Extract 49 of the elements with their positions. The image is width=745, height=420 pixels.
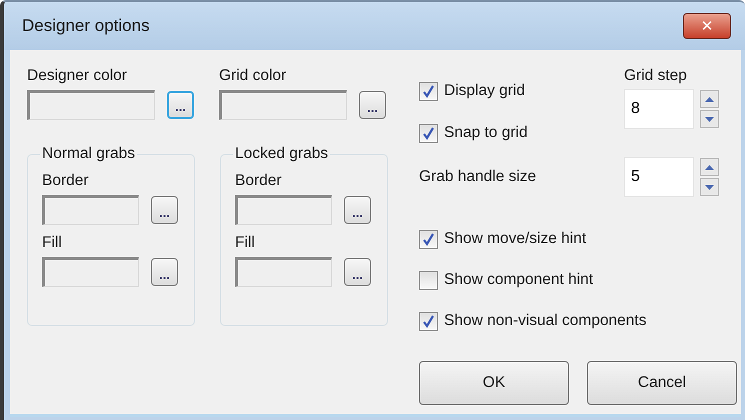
number-field[interactable]: 8 [624, 89, 694, 129]
down-arrow-icon [705, 184, 714, 190]
field-label: Grab handle size [419, 167, 536, 187]
checkmark-icon [422, 232, 435, 246]
checkmark-icon [422, 126, 435, 140]
checkbox[interactable]: Display grid [419, 79, 528, 103]
color-field[interactable] [219, 90, 347, 120]
checkbox-box[interactable] [419, 124, 438, 142]
dialog-button[interactable]: OK [419, 361, 569, 405]
dialog-button[interactable]: Cancel [587, 361, 737, 405]
spin-up-button[interactable] [700, 90, 719, 108]
field-label: Border [42, 171, 90, 191]
spin-up-button[interactable] [700, 158, 719, 176]
checkbox[interactable]: Show move/size hint [419, 227, 739, 251]
up-arrow-icon [705, 164, 714, 170]
color-field[interactable] [27, 90, 155, 120]
browse-button[interactable]: ... [151, 196, 178, 224]
group-title: Locked grabs [233, 144, 330, 164]
checkbox[interactable]: Show non-visual components [419, 309, 739, 333]
spin-down-button[interactable] [700, 110, 719, 128]
number-field[interactable]: 5 [624, 157, 694, 197]
checkbox[interactable]: Show component hint [419, 268, 739, 292]
window-title: Designer options [22, 16, 150, 36]
field-label: Grid color [219, 66, 288, 86]
checkmark-icon [422, 84, 435, 98]
browse-button[interactable]: ... [344, 258, 371, 286]
checkbox-box[interactable] [419, 312, 438, 330]
group-title: Normal grabs [40, 144, 138, 164]
field-label: Grid step [624, 66, 688, 86]
checkbox[interactable]: Snap to grid [419, 121, 528, 145]
spin-down-button[interactable] [700, 178, 719, 196]
field-label: Fill [42, 233, 63, 253]
up-arrow-icon [705, 96, 714, 102]
browse-button[interactable]: ... [151, 258, 178, 286]
browse-button[interactable]: ... [359, 91, 386, 119]
field-label: Border [235, 171, 283, 191]
browse-button[interactable]: ... [344, 196, 371, 224]
checkbox-box[interactable] [419, 82, 438, 100]
color-field[interactable] [42, 257, 139, 287]
color-field[interactable] [235, 257, 332, 287]
field-label: Fill [235, 233, 256, 253]
checkbox-box[interactable] [419, 230, 438, 248]
color-field[interactable] [235, 195, 332, 225]
browse-button[interactable]: ... [167, 91, 194, 119]
color-field[interactable] [42, 195, 139, 225]
down-arrow-icon [705, 116, 714, 122]
field-label: Designer color [27, 66, 128, 86]
checkbox-box[interactable] [419, 270, 438, 290]
checkmark-icon [422, 314, 435, 328]
